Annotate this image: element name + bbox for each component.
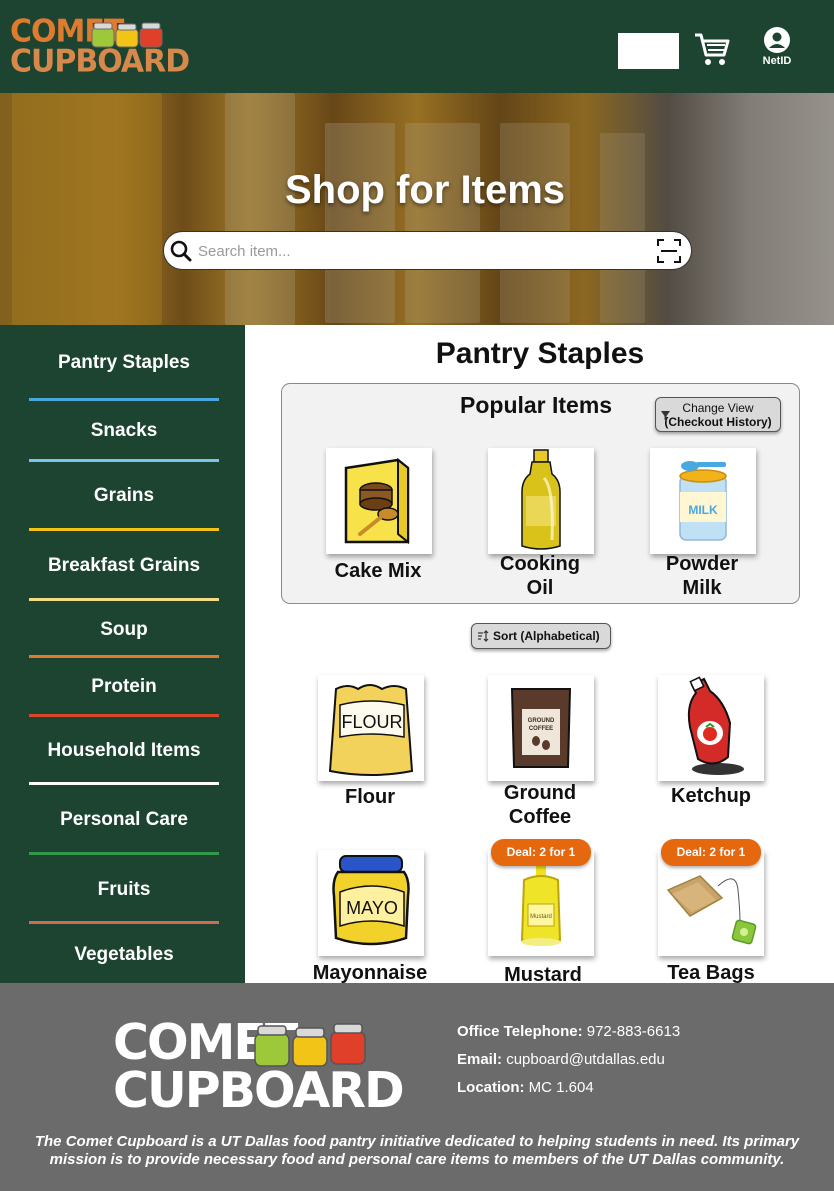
barcode-scan-icon[interactable] [657, 239, 681, 263]
sidebar-item-household-items[interactable]: Household Items [29, 740, 219, 785]
account-button[interactable]: NetID [757, 26, 797, 70]
ground-coffee-image[interactable]: GROUND COFFEE [488, 675, 594, 781]
svg-text:MILK: MILK [688, 503, 718, 517]
svg-text:MAYO: MAYO [346, 898, 398, 918]
powder-milk-image[interactable]: MILK [650, 448, 756, 554]
sidebar-item-label: Fruits [97, 879, 151, 900]
flour-image[interactable]: FLOUR [318, 675, 424, 781]
change-view-sublabel: (Checkout History) [664, 415, 772, 429]
sidebar-item-grains[interactable]: Grains [29, 485, 219, 531]
sidebar-item-personal-care[interactable]: Personal Care [29, 809, 219, 855]
page-title: Pantry Staples [435, 337, 645, 370]
phone-value[interactable]: 972-883-6613 [587, 1023, 680, 1040]
sidebar-item-label: Breakfast Grains [47, 555, 201, 576]
cooking-oil-image[interactable] [488, 448, 594, 554]
sort-icon [478, 630, 489, 642]
deal-badge: Deal: 2 for 1 [491, 839, 591, 866]
popular-item-label[interactable]: Cooking Oil [465, 552, 615, 600]
hero-title: Shop for Items [284, 168, 566, 212]
hero-banner: Shop for Items [0, 93, 834, 325]
mission-statement: The Comet Cupboard is a UT Dallas food p… [34, 1133, 800, 1168]
user-circle-icon [764, 27, 790, 53]
sidebar-item-pantry-staples[interactable]: Pantry Staples [29, 352, 219, 401]
category-divider [29, 655, 219, 658]
jars-icon [91, 22, 163, 48]
sidebar-item-label: Personal Care [60, 809, 188, 830]
category-divider [29, 921, 219, 924]
sidebar-item-label: Protein [91, 676, 157, 697]
sidebar-item-fruits[interactable]: Fruits [29, 879, 219, 924]
sort-button[interactable]: Sort (Alphabetical) [471, 623, 611, 649]
svg-text:COFFEE: COFFEE [529, 726, 553, 732]
jars-icon [254, 1023, 366, 1067]
footer-logo: COMET CUPBOARD [113, 1014, 405, 1119]
sidebar-item-soup[interactable]: Soup [29, 619, 219, 658]
svg-text:GROUND: GROUND [528, 718, 555, 724]
footer-email: Email: cupboard@utdallas.edu [457, 1051, 665, 1068]
shopping-cart-icon[interactable] [693, 30, 731, 68]
item-label[interactable]: Flour [295, 785, 445, 809]
sidebar-item-vegetables[interactable]: Vegetables [29, 944, 219, 966]
sidebar-item-label: Snacks [90, 420, 158, 441]
category-divider [29, 714, 219, 717]
footer-logo-cupboard: CUPBOARD [113, 1062, 405, 1119]
item-label[interactable]: Ketchup [636, 784, 786, 808]
sidebar-item-snacks[interactable]: Snacks [29, 420, 219, 462]
svg-text:Mustard: Mustard [530, 914, 552, 920]
comet-cupboard-logo[interactable]: COMET CUPBOARD [10, 13, 190, 80]
popular-items-title: Popular Items [460, 392, 613, 418]
search-bar[interactable] [163, 231, 692, 270]
category-divider [29, 459, 219, 462]
search-icon[interactable] [170, 240, 192, 262]
footer-location: Location: MC 1.604 [457, 1079, 594, 1096]
category-divider [29, 782, 219, 785]
item-label[interactable]: Mayonnaise [295, 961, 445, 985]
category-divider [29, 528, 219, 531]
popular-item-label[interactable]: Powder Milk [627, 552, 777, 600]
sort-label: Sort (Alphabetical) [493, 629, 600, 643]
sidebar-item-label: Grains [93, 485, 155, 506]
change-view-label: Change View [682, 401, 754, 415]
sidebar-item-label: Soup [100, 619, 148, 640]
filter-icon [661, 411, 670, 421]
account-label: NetID [762, 55, 792, 67]
search-input[interactable] [198, 240, 638, 262]
mayonnaise-image[interactable]: MAYO [318, 850, 424, 956]
sidebar-item-label: Vegetables [74, 944, 174, 965]
email-link[interactable]: cupboard@utdallas.edu [506, 1051, 665, 1068]
ketchup-image[interactable] [658, 675, 764, 781]
svg-text:FLOUR: FLOUR [341, 712, 402, 732]
deal-badge: Deal: 2 for 1 [661, 839, 761, 866]
change-view-button[interactable]: Change View (Checkout History) [655, 397, 781, 432]
category-divider [29, 852, 219, 855]
category-divider [29, 398, 219, 401]
cake-mix-image[interactable] [326, 448, 432, 554]
top-nav-bar: COMET CUPBOARD NetID [0, 0, 834, 93]
sidebar-item-protein[interactable]: Protein [29, 676, 219, 717]
sidebar-item-label: Pantry Staples [58, 352, 190, 373]
popular-item-label[interactable]: Cake Mix [303, 559, 453, 583]
footer-phone: Office Telephone: 972-883-6613 [457, 1023, 681, 1040]
category-divider [29, 598, 219, 601]
sidebar-item-breakfast-grains[interactable]: Breakfast Grains [29, 555, 219, 601]
item-label[interactable]: Ground Coffee [465, 781, 615, 829]
sidebar-item-label: Household Items [47, 740, 201, 761]
location-value: MC 1.604 [528, 1079, 594, 1096]
logo-text-cupboard: CUPBOARD [10, 43, 190, 80]
item-label[interactable]: Tea Bags [636, 961, 786, 985]
nav-placeholder-box[interactable] [618, 33, 679, 69]
